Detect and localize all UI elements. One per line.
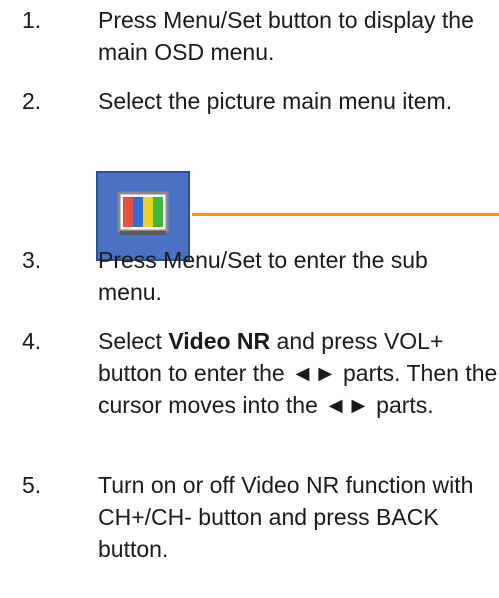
step-number: 5. [22,472,42,498]
step-number: 3. [22,247,42,273]
step-number: 4. [22,328,42,354]
step-number: 2. [22,88,42,114]
video-nr-label: Video NR [168,328,271,354]
leader-line [192,213,499,216]
step-text: Press Menu/Set to enter the sub menu. [98,247,428,305]
step-text-before: Select [98,328,169,354]
step-text: Select the picture main menu item. [98,88,453,114]
step-text: Press Menu/Set button to display the mai… [98,7,474,65]
step-text: Turn on or off Video NR function with CH… [98,472,474,562]
step-number: 1. [22,7,42,33]
step-text: Select Video NR and press VOL+ button to… [98,325,498,421]
